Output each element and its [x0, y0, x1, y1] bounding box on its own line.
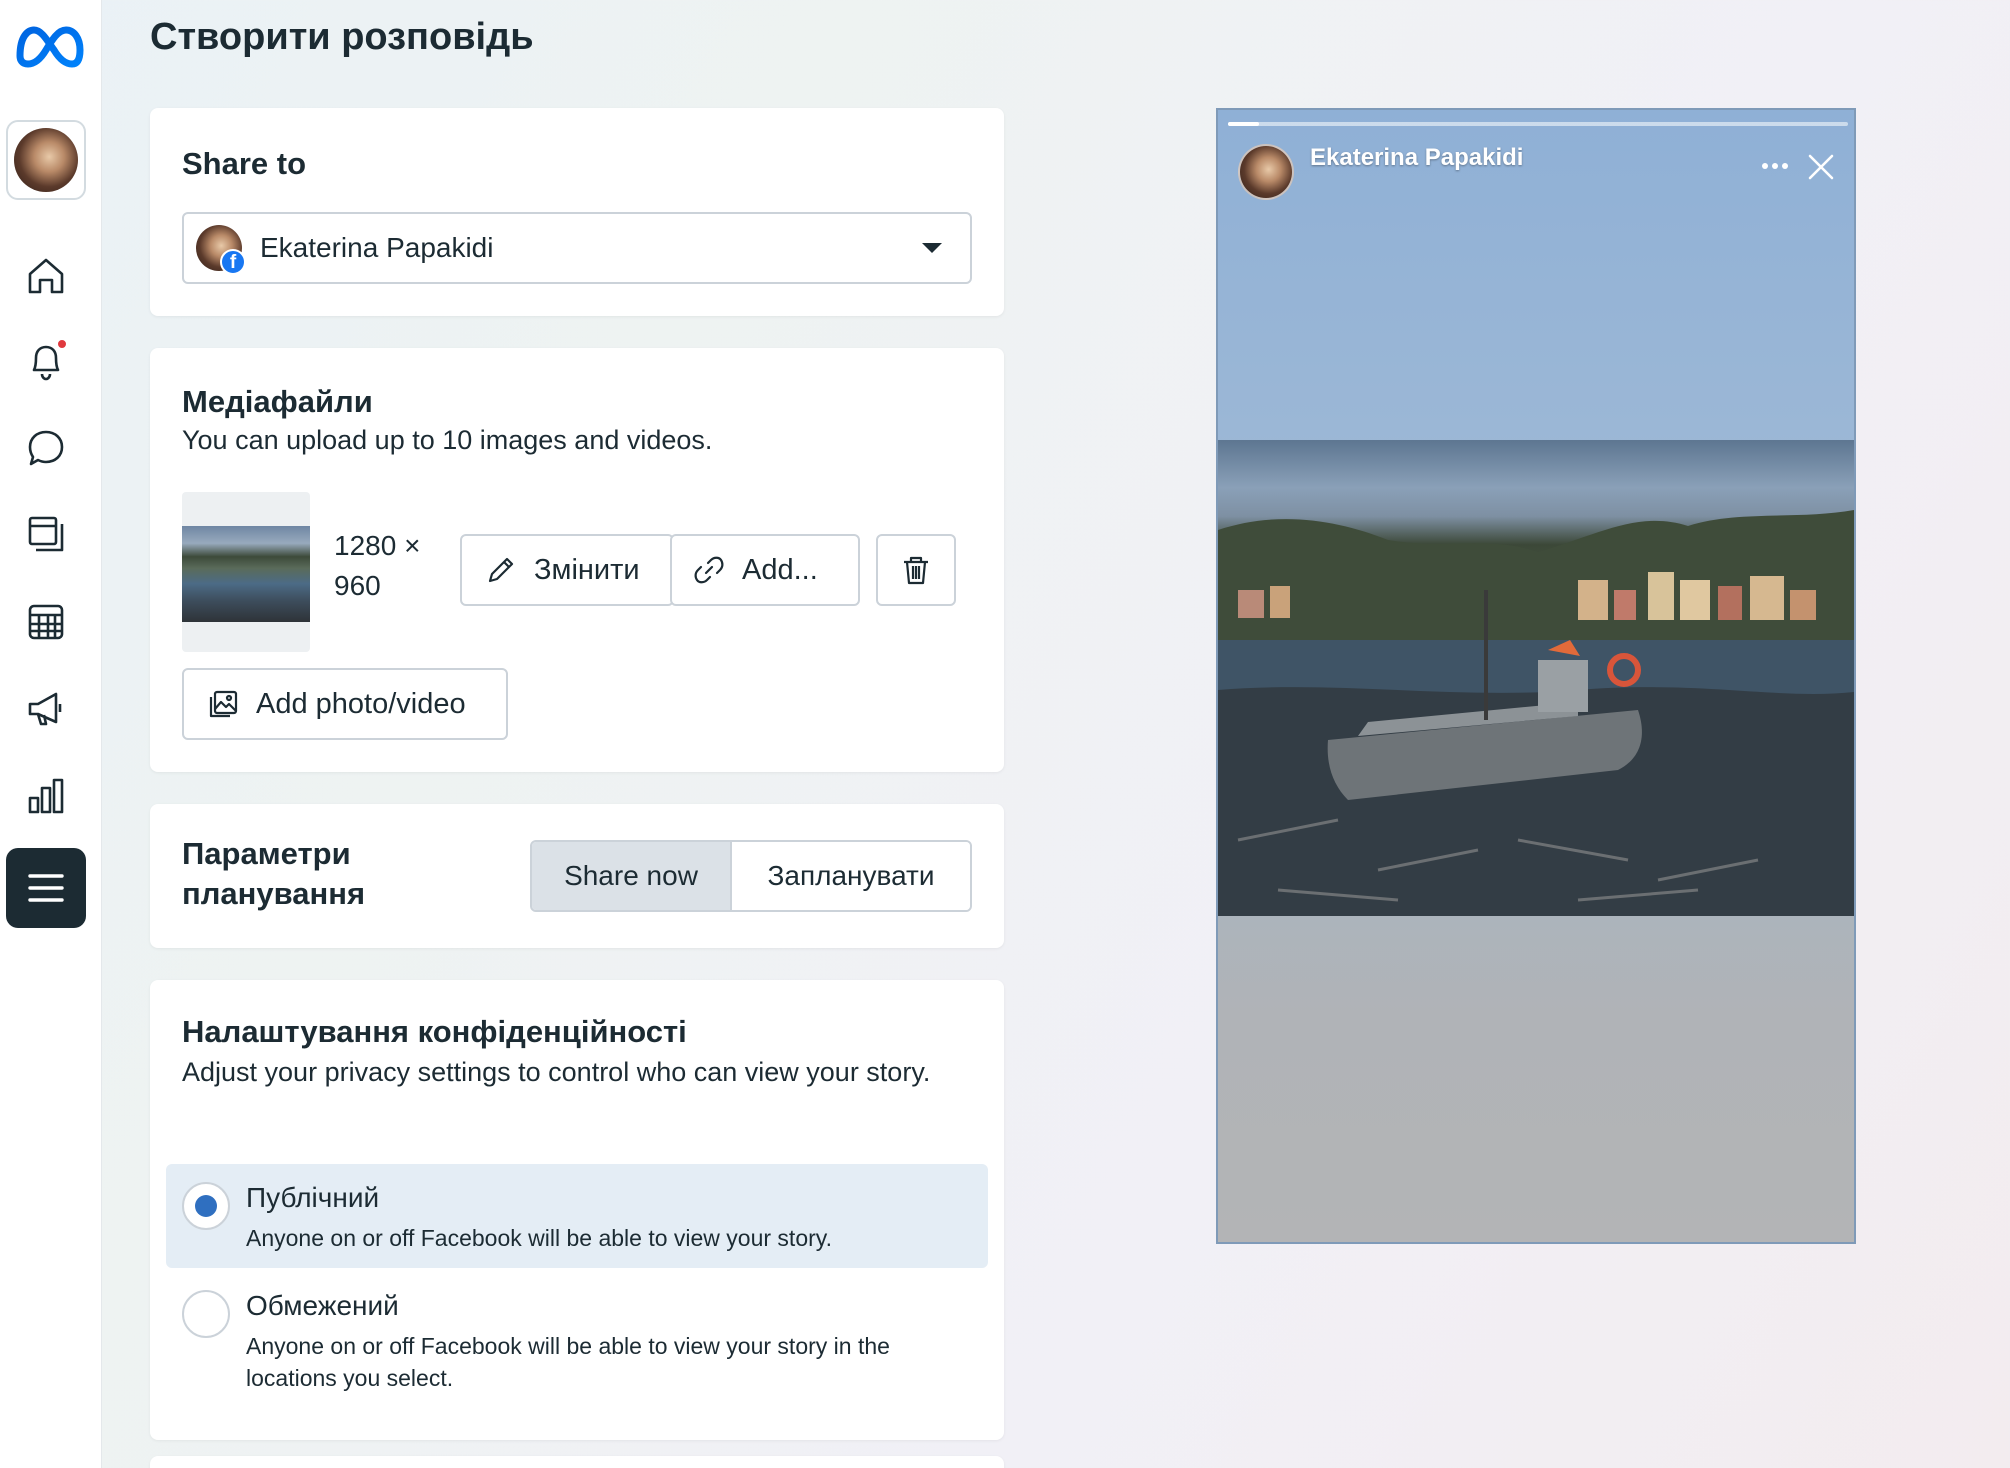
privacy-subtitle: Adjust your privacy settings to control …: [182, 1057, 931, 1087]
radio-unselected[interactable]: [182, 1290, 230, 1338]
harbor-photo-illustration: [1218, 510, 1854, 916]
privacy-card: Налаштування конфіденційності Adjust you…: [150, 980, 1004, 1440]
meta-logo-icon[interactable]: [12, 20, 84, 72]
page-title: Створити розповідь: [150, 16, 534, 58]
avatar: [14, 128, 78, 192]
media-title: Медіафайли: [182, 384, 373, 419]
media-card: Медіафайли You can upload up to 10 image…: [150, 348, 1004, 772]
pencil-icon: [488, 557, 514, 583]
add-link-label: Add...: [742, 553, 818, 586]
privacy-title: Налаштування конфіденційності: [182, 1014, 687, 1049]
story-progress-bar: [1228, 122, 1848, 126]
media-subtitle: You can upload up to 10 images and video…: [182, 425, 713, 455]
content-icon[interactable]: [20, 508, 72, 560]
account-select[interactable]: f Ekaterina Papakidi: [182, 212, 972, 284]
next-card-edge: [150, 1456, 1004, 1468]
media-dimensions: 1280 × 960: [334, 526, 420, 606]
add-photo-icon: [209, 690, 238, 718]
close-icon[interactable]: [1806, 152, 1836, 182]
add-link-button[interactable]: Add...: [670, 534, 860, 606]
delete-button[interactable]: [876, 534, 956, 606]
story-preview: Ekaterina Papakidi: [1216, 108, 1856, 1244]
public-label: Публічний: [246, 1182, 380, 1213]
privacy-option-restricted[interactable]: Обмежений Anyone on or off Facebook will…: [166, 1272, 988, 1392]
scheduling-title-line-2: планування: [182, 876, 366, 911]
privacy-option-public[interactable]: Публічний Anyone on or off Facebook will…: [166, 1164, 988, 1268]
scheduling-card: Параметри планування Share now Запланува…: [150, 804, 1004, 948]
account-name: Ekaterina Papakidi: [260, 232, 494, 263]
link-icon: [694, 556, 724, 584]
sidebar: [0, 0, 102, 1468]
schedule-toggle: Share now Запланувати: [530, 840, 972, 912]
edit-label: Змінити: [534, 553, 640, 586]
preview-avatar: [1238, 144, 1294, 200]
more-options-icon[interactable]: [1758, 156, 1792, 176]
notification-dot: [56, 338, 68, 350]
public-description: Anyone on or off Facebook will be able t…: [246, 1225, 832, 1251]
thumbnail-image: [182, 526, 310, 622]
ads-icon[interactable]: [20, 682, 72, 734]
notifications-icon[interactable]: [20, 336, 72, 388]
restricted-description: Anyone on or off Facebook will be able t…: [246, 1333, 890, 1391]
share-to-card: Share to f Ekaterina Papakidi: [150, 108, 1004, 316]
account-avatar: f: [196, 225, 246, 275]
menu-button[interactable]: [6, 848, 86, 928]
share-to-title: Share to: [182, 146, 307, 181]
radio-selected[interactable]: [182, 1182, 230, 1230]
share-now-option[interactable]: Share now: [532, 842, 732, 910]
planner-icon[interactable]: [20, 596, 72, 648]
facebook-badge-icon: f: [220, 249, 246, 275]
scheduling-title: Параметри планування: [182, 834, 365, 914]
edit-button[interactable]: Змінити: [460, 534, 674, 606]
profile-switcher[interactable]: [6, 120, 86, 200]
story-photo: [1218, 440, 1854, 916]
story-progress-fill: [1228, 122, 1259, 126]
add-photo-label: Add photo/video: [256, 687, 466, 720]
dims-line-2: 960: [334, 570, 381, 601]
insights-icon[interactable]: [20, 770, 72, 822]
schedule-option[interactable]: Запланувати: [732, 842, 970, 910]
preview-author-name: Ekaterina Papakidi: [1310, 144, 1524, 171]
restricted-label: Обмежений: [246, 1290, 399, 1321]
dims-line-1: 1280 ×: [334, 530, 421, 561]
home-icon[interactable]: [20, 250, 72, 302]
trash-icon: [904, 556, 928, 585]
hamburger-icon: [28, 874, 64, 902]
messages-icon[interactable]: [20, 422, 72, 474]
media-thumbnail[interactable]: [182, 492, 310, 652]
dropdown-caret-icon: [922, 243, 942, 253]
add-photo-video-button[interactable]: Add photo/video: [182, 668, 508, 740]
scheduling-title-line-1: Параметри: [182, 836, 351, 871]
